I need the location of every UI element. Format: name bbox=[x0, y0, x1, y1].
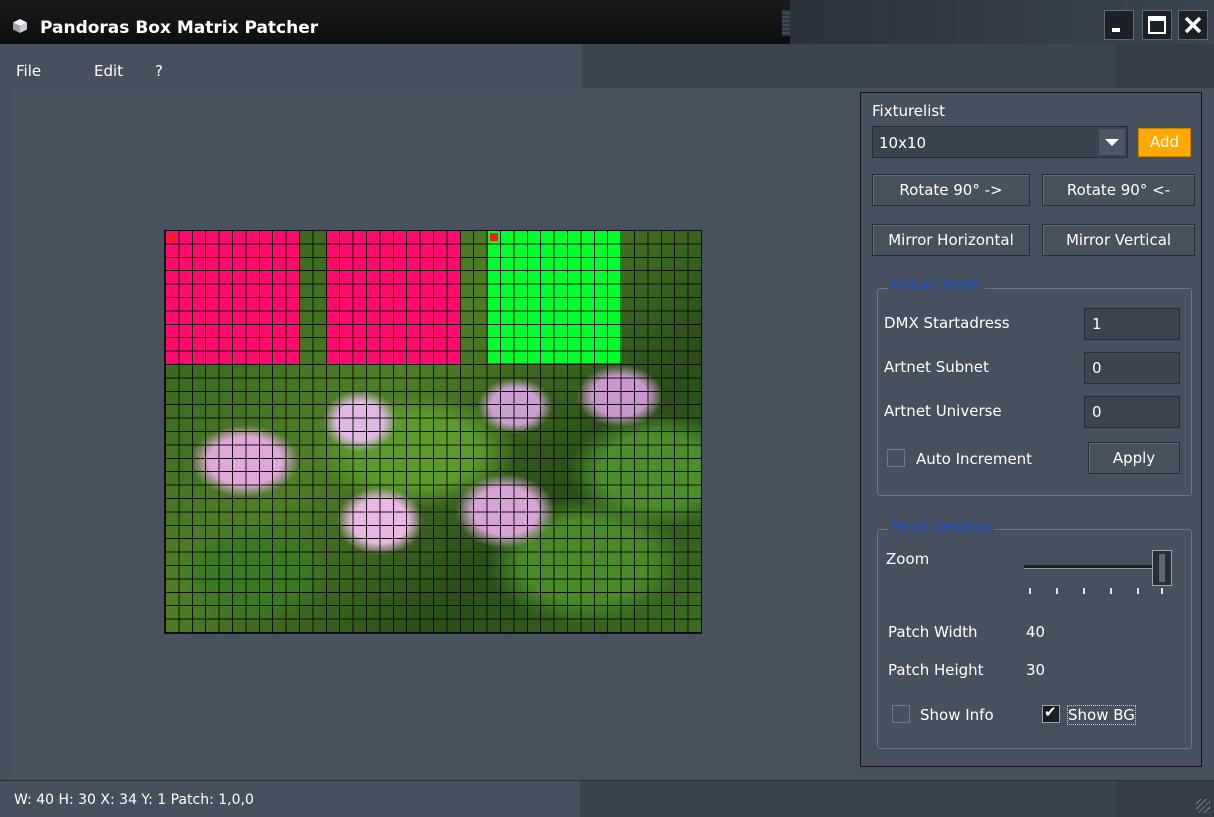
rotate-ccw-button[interactable]: Rotate 90° <- bbox=[1042, 174, 1195, 206]
patch-height-label: Patch Height bbox=[888, 661, 984, 679]
rotate-cw-button[interactable]: Rotate 90° -> bbox=[872, 174, 1030, 206]
minimize-button[interactable] bbox=[1104, 10, 1134, 40]
add-button[interactable]: Add bbox=[1138, 128, 1191, 157]
slider-tick bbox=[1029, 588, 1031, 594]
universe-label: Artnet Universe bbox=[884, 402, 1002, 420]
fixturelist-dropdown[interactable]: 10x10 bbox=[872, 126, 1128, 158]
zoom-label: Zoom bbox=[886, 550, 930, 568]
patch-settings-title: Patch Settings bbox=[888, 519, 995, 535]
slider-tick bbox=[1137, 588, 1139, 594]
minimize-icon bbox=[1112, 28, 1120, 32]
menu-help[interactable]: ? bbox=[155, 62, 163, 80]
status-text: W: 40 H: 30 X: 34 Y: 1 Patch: 1,0,0 bbox=[14, 792, 254, 808]
artnet-subnet-input[interactable]: 0 bbox=[1084, 352, 1180, 384]
slider-tick bbox=[1161, 588, 1163, 594]
artnet-universe-input[interactable]: 0 bbox=[1084, 396, 1180, 428]
app-cube-icon bbox=[13, 19, 27, 33]
resize-grip-icon[interactable] bbox=[1196, 799, 1210, 813]
dropdown-arrow[interactable] bbox=[1099, 129, 1125, 155]
menu-bar bbox=[0, 44, 1214, 88]
maximize-icon bbox=[1148, 16, 1166, 34]
grid-lines bbox=[165, 231, 701, 633]
menu-edit[interactable]: Edit bbox=[94, 62, 123, 80]
window-title: Pandoras Box Matrix Patcher bbox=[40, 18, 319, 38]
patch-width-label: Patch Width bbox=[888, 623, 978, 641]
show-bg-checkbox[interactable] bbox=[1042, 703, 1060, 723]
zoom-slider-track[interactable] bbox=[1024, 565, 1172, 569]
dmx-label: DMX Startadress bbox=[884, 314, 1010, 332]
show-bg-label: Show BG bbox=[1067, 705, 1136, 725]
chevron-down-icon bbox=[1105, 139, 1119, 146]
slider-tick bbox=[1056, 588, 1058, 594]
mirror-horizontal-button[interactable]: Mirror Horizontal bbox=[872, 224, 1030, 256]
auto-increment-label: Auto Increment bbox=[916, 450, 1033, 468]
close-icon bbox=[1184, 16, 1202, 34]
subnet-label: Artnet Subnet bbox=[884, 358, 989, 376]
patch-grid[interactable] bbox=[164, 230, 702, 634]
mirror-vertical-button[interactable]: Mirror Vertical bbox=[1042, 224, 1195, 256]
show-info-label: Show Info bbox=[920, 706, 994, 724]
patch-width-value: 40 bbox=[1026, 623, 1046, 641]
auto-increment-checkbox[interactable] bbox=[887, 449, 905, 467]
slider-tick bbox=[1110, 588, 1112, 594]
zoom-slider-thumb[interactable] bbox=[1152, 550, 1172, 586]
show-info-checkbox[interactable] bbox=[892, 705, 910, 723]
close-button[interactable] bbox=[1178, 10, 1208, 40]
maximize-button[interactable] bbox=[1142, 10, 1172, 40]
fixture-patch-title: Fixture Patch bbox=[888, 278, 985, 294]
fixturelist-value: 10x10 bbox=[879, 134, 927, 152]
menu-file[interactable]: File bbox=[16, 62, 41, 80]
slider-tick bbox=[1083, 588, 1085, 594]
dmx-startaddress-input[interactable]: 1 bbox=[1084, 308, 1180, 340]
apply-button[interactable]: Apply bbox=[1088, 442, 1180, 474]
fixturelist-label: Fixturelist bbox=[872, 102, 946, 120]
patch-height-value: 30 bbox=[1026, 661, 1046, 679]
